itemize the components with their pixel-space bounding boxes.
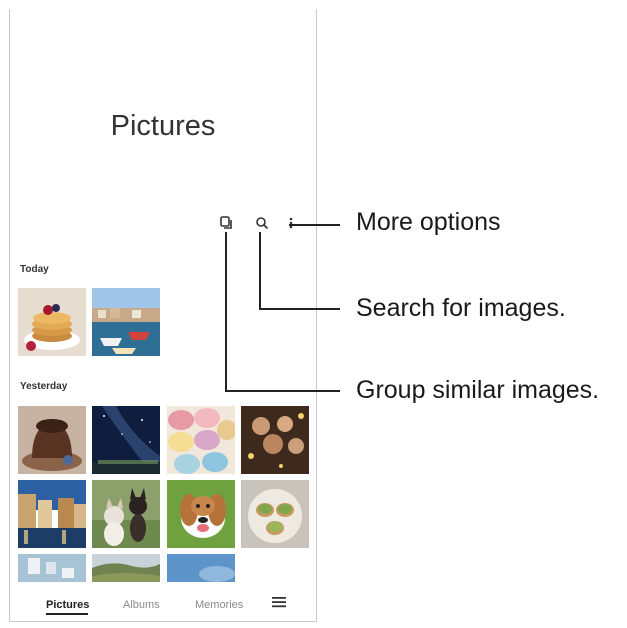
section-label-today: Today xyxy=(20,264,49,275)
photo-thumbnail[interactable] xyxy=(92,554,160,582)
photo-thumbnail[interactable] xyxy=(92,480,160,548)
callout-more-options: More options xyxy=(356,208,501,236)
photo-thumbnail[interactable] xyxy=(92,288,160,356)
gallery-screen: Pictures Today Yesterday Pictures Albums… xyxy=(9,9,317,622)
callout-line-search xyxy=(259,232,261,310)
photo-thumbnail[interactable] xyxy=(18,406,86,474)
photo-thumbnail[interactable] xyxy=(18,288,86,356)
photo-thumbnail[interactable] xyxy=(92,406,160,474)
photo-thumbnail[interactable] xyxy=(241,406,309,474)
menu-icon[interactable] xyxy=(272,596,286,611)
bottom-navigation: Pictures Albums Memories xyxy=(10,595,316,621)
photo-thumbnail[interactable] xyxy=(18,480,86,548)
callout-line-more-options xyxy=(289,224,340,226)
active-tab-indicator xyxy=(46,613,88,615)
page-title: Pictures xyxy=(110,110,216,142)
section-label-yesterday: Yesterday xyxy=(20,381,68,392)
callout-group: Group similar images. xyxy=(356,376,600,404)
tab-memories[interactable]: Memories xyxy=(195,599,243,611)
photo-thumbnail[interactable] xyxy=(241,480,309,548)
tab-pictures[interactable]: Pictures xyxy=(46,599,89,611)
more-options-icon[interactable] xyxy=(283,215,299,231)
photo-thumbnail[interactable] xyxy=(167,554,235,582)
photo-thumbnail[interactable] xyxy=(167,406,235,474)
photo-thumbnail[interactable] xyxy=(18,554,86,582)
photo-thumbnail[interactable] xyxy=(167,480,235,548)
group-similar-icon[interactable] xyxy=(219,215,235,231)
callout-line-search xyxy=(259,308,340,310)
search-icon[interactable] xyxy=(254,215,270,231)
tab-albums[interactable]: Albums xyxy=(123,599,160,611)
callout-search: Search for images. xyxy=(356,294,566,322)
callout-line-group xyxy=(225,390,340,392)
callout-line-group xyxy=(225,232,227,392)
